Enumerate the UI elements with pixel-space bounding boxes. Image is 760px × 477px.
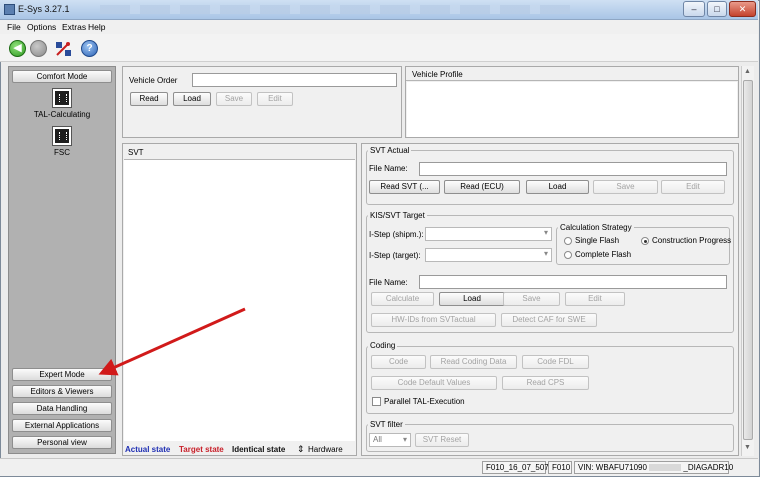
status-ilevel: F010_16_07_507 <box>482 461 549 474</box>
status-vin: VIN: WBAFU71090 _DIAGADR10 <box>574 461 733 474</box>
status-series: F010 <box>548 461 572 474</box>
status-diagadr: _DIAGADR10 <box>683 463 734 472</box>
status-vin-text: VIN: WBAFU71090 <box>578 463 647 472</box>
red-arrow-annotation <box>98 307 246 376</box>
redacted-vin-block <box>649 464 682 472</box>
status-bar: F010_16_07_507 F010 VIN: WBAFU71090 _DIA… <box>0 458 758 476</box>
